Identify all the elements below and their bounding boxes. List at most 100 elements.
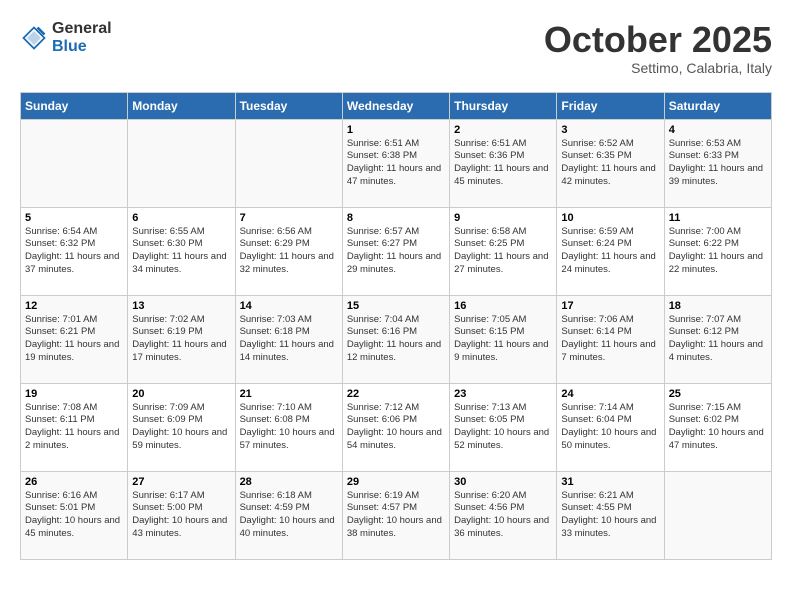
day-of-week-header: Tuesday xyxy=(235,92,342,119)
day-number: 9 xyxy=(454,212,552,224)
calendar-cell: 25 Sunrise: 7:15 AMSunset: 6:02 PMDayligh… xyxy=(664,383,771,471)
day-number: 5 xyxy=(25,212,123,224)
day-number: 1 xyxy=(347,124,445,136)
day-of-week-header: Monday xyxy=(128,92,235,119)
day-info: Sunrise: 7:01 AMSunset: 6:21 PMDaylight:… xyxy=(25,314,123,365)
day-number: 4 xyxy=(669,124,767,136)
day-number: 17 xyxy=(561,300,659,312)
calendar-cell: 27 Sunrise: 6:17 AMSunset: 5:00 PMDayligh… xyxy=(128,471,235,559)
day-number: 19 xyxy=(25,388,123,400)
day-info: Sunrise: 7:04 AMSunset: 6:16 PMDaylight:… xyxy=(347,314,445,365)
day-number: 10 xyxy=(561,212,659,224)
calendar-cell: 3 Sunrise: 6:52 AMSunset: 6:35 PMDaylight… xyxy=(557,119,664,207)
logo-icon xyxy=(20,24,48,52)
day-number: 16 xyxy=(454,300,552,312)
calendar-cell: 11 Sunrise: 7:00 AMSunset: 6:22 PMDayligh… xyxy=(664,207,771,295)
logo-text: General Blue xyxy=(52,20,112,55)
day-info: Sunrise: 7:13 AMSunset: 6:05 PMDaylight:… xyxy=(454,402,552,453)
day-number: 23 xyxy=(454,388,552,400)
day-info: Sunrise: 6:18 AMSunset: 4:59 PMDaylight:… xyxy=(240,490,338,541)
calendar-cell: 14Sunrise: 7:03 AMSunset: 6:18 PMDayligh… xyxy=(235,295,342,383)
logo-general-text: General xyxy=(52,20,112,38)
calendar-cell: 8 Sunrise: 6:57 AMSunset: 6:27 PMDaylight… xyxy=(342,207,449,295)
calendar-cell xyxy=(235,119,342,207)
calendar-cell: 23 Sunrise: 7:13 AMSunset: 6:05 PMDayligh… xyxy=(450,383,557,471)
day-info: Sunrise: 6:59 AMSunset: 6:24 PMDaylight:… xyxy=(561,226,659,277)
month-title: October 2025 xyxy=(544,20,772,60)
day-info: Sunrise: 7:03 AMSunset: 6:18 PMDaylight:… xyxy=(240,314,338,365)
day-of-week-header: Thursday xyxy=(450,92,557,119)
calendar-table: SundayMondayTuesdayWednesdayThursdayFrid… xyxy=(20,92,772,560)
day-info: Sunrise: 6:58 AMSunset: 6:25 PMDaylight:… xyxy=(454,226,552,277)
calendar-cell: 24Sunrise: 7:14 AMSunset: 6:04 PMDayligh… xyxy=(557,383,664,471)
title-block: October 2025 Settimo, Calabria, Italy xyxy=(544,20,772,76)
calendar-cell: 19 Sunrise: 7:08 AMSunset: 6:11 PMDayligh… xyxy=(21,383,128,471)
day-info: Sunrise: 6:17 AMSunset: 5:00 PMDaylight:… xyxy=(132,490,230,541)
calendar-header-row: SundayMondayTuesdayWednesdayThursdayFrid… xyxy=(21,92,772,119)
day-info: Sunrise: 6:56 AMSunset: 6:29 PMDaylight:… xyxy=(240,226,338,277)
day-number: 27 xyxy=(132,476,230,488)
calendar-cell: 2 Sunrise: 6:51 AMSunset: 6:36 PMDaylight… xyxy=(450,119,557,207)
day-info: Sunrise: 7:07 AMSunset: 6:12 PMDaylight:… xyxy=(669,314,767,365)
day-info: Sunrise: 7:06 AMSunset: 6:14 PMDaylight:… xyxy=(561,314,659,365)
calendar-cell: 31 Sunrise: 6:21 AMSunset: 4:55 PMDayligh… xyxy=(557,471,664,559)
calendar-cell: 30Sunrise: 6:20 AMSunset: 4:56 PMDayligh… xyxy=(450,471,557,559)
day-info: Sunrise: 7:15 AMSunset: 6:02 PMDaylight:… xyxy=(669,402,767,453)
calendar-cell: 29 Sunrise: 6:19 AMSunset: 4:57 PMDayligh… xyxy=(342,471,449,559)
day-info: Sunrise: 6:16 AMSunset: 5:01 PMDaylight:… xyxy=(25,490,123,541)
day-number: 3 xyxy=(561,124,659,136)
day-number: 18 xyxy=(669,300,767,312)
day-number: 12 xyxy=(25,300,123,312)
day-of-week-header: Sunday xyxy=(21,92,128,119)
calendar-week-row: 1 Sunrise: 6:51 AMSunset: 6:38 PMDaylight… xyxy=(21,119,772,207)
day-number: 11 xyxy=(669,212,767,224)
calendar-cell: 6Sunrise: 6:55 AMSunset: 6:30 PMDaylight… xyxy=(128,207,235,295)
day-number: 31 xyxy=(561,476,659,488)
calendar-cell: 1 Sunrise: 6:51 AMSunset: 6:38 PMDaylight… xyxy=(342,119,449,207)
day-number: 20 xyxy=(132,388,230,400)
day-number: 26 xyxy=(25,476,123,488)
day-info: Sunrise: 6:52 AMSunset: 6:35 PMDaylight:… xyxy=(561,138,659,189)
day-of-week-header: Friday xyxy=(557,92,664,119)
logo-blue-text: Blue xyxy=(52,38,112,56)
day-info: Sunrise: 7:10 AMSunset: 6:08 PMDaylight:… xyxy=(240,402,338,453)
day-info: Sunrise: 7:08 AMSunset: 6:11 PMDaylight:… xyxy=(25,402,123,453)
day-info: Sunrise: 7:12 AMSunset: 6:06 PMDaylight:… xyxy=(347,402,445,453)
calendar-cell: 15Sunrise: 7:04 AMSunset: 6:16 PMDayligh… xyxy=(342,295,449,383)
calendar-week-row: 12 Sunrise: 7:01 AMSunset: 6:21 PMDayligh… xyxy=(21,295,772,383)
day-number: 8 xyxy=(347,212,445,224)
calendar-cell: 20Sunrise: 7:09 AMSunset: 6:09 PMDayligh… xyxy=(128,383,235,471)
day-number: 25 xyxy=(669,388,767,400)
calendar-week-row: 5Sunrise: 6:54 AMSunset: 6:32 PMDaylight… xyxy=(21,207,772,295)
day-info: Sunrise: 7:14 AMSunset: 6:04 PMDaylight:… xyxy=(561,402,659,453)
calendar-cell: 22Sunrise: 7:12 AMSunset: 6:06 PMDayligh… xyxy=(342,383,449,471)
calendar-cell: 7Sunrise: 6:56 AMSunset: 6:29 PMDaylight… xyxy=(235,207,342,295)
day-info: Sunrise: 6:21 AMSunset: 4:55 PMDaylight:… xyxy=(561,490,659,541)
day-info: Sunrise: 6:19 AMSunset: 4:57 PMDaylight:… xyxy=(347,490,445,541)
calendar-cell: 21 Sunrise: 7:10 AMSunset: 6:08 PMDayligh… xyxy=(235,383,342,471)
calendar-cell xyxy=(21,119,128,207)
day-info: Sunrise: 6:51 AMSunset: 6:36 PMDaylight:… xyxy=(454,138,552,189)
day-info: Sunrise: 6:51 AMSunset: 6:38 PMDaylight:… xyxy=(347,138,445,189)
calendar-cell: 16 Sunrise: 7:05 AMSunset: 6:15 PMDayligh… xyxy=(450,295,557,383)
calendar-cell: 5Sunrise: 6:54 AMSunset: 6:32 PMDaylight… xyxy=(21,207,128,295)
calendar-cell: 9 Sunrise: 6:58 AMSunset: 6:25 PMDaylight… xyxy=(450,207,557,295)
day-number: 2 xyxy=(454,124,552,136)
day-number: 29 xyxy=(347,476,445,488)
calendar-cell: 12 Sunrise: 7:01 AMSunset: 6:21 PMDayligh… xyxy=(21,295,128,383)
day-of-week-header: Wednesday xyxy=(342,92,449,119)
day-number: 21 xyxy=(240,388,338,400)
calendar-cell xyxy=(128,119,235,207)
day-number: 13 xyxy=(132,300,230,312)
calendar-cell: 13Sunrise: 7:02 AMSunset: 6:19 PMDayligh… xyxy=(128,295,235,383)
day-number: 6 xyxy=(132,212,230,224)
location: Settimo, Calabria, Italy xyxy=(544,60,772,76)
day-info: Sunrise: 7:00 AMSunset: 6:22 PMDaylight:… xyxy=(669,226,767,277)
day-info: Sunrise: 6:57 AMSunset: 6:27 PMDaylight:… xyxy=(347,226,445,277)
calendar-week-row: 19 Sunrise: 7:08 AMSunset: 6:11 PMDayligh… xyxy=(21,383,772,471)
day-info: Sunrise: 7:05 AMSunset: 6:15 PMDaylight:… xyxy=(454,314,552,365)
page-header: General Blue October 2025 Settimo, Calab… xyxy=(20,20,772,76)
day-info: Sunrise: 6:53 AMSunset: 6:33 PMDaylight:… xyxy=(669,138,767,189)
calendar-cell: 10 Sunrise: 6:59 AMSunset: 6:24 PMDayligh… xyxy=(557,207,664,295)
calendar-cell: 4 Sunrise: 6:53 AMSunset: 6:33 PMDaylight… xyxy=(664,119,771,207)
